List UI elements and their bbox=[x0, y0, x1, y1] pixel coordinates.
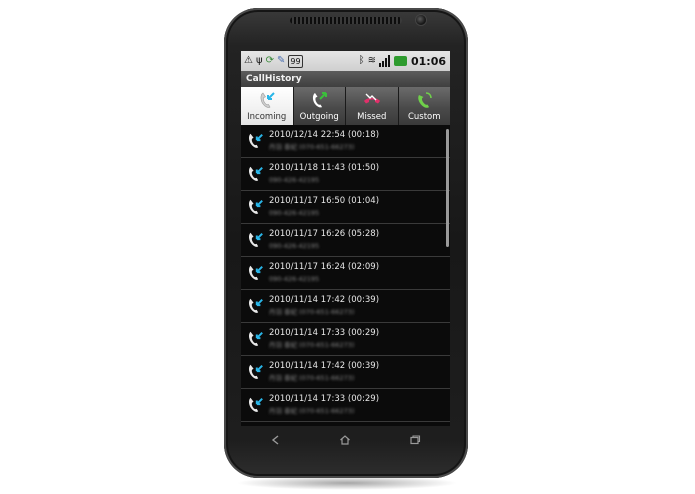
incoming-call-icon bbox=[248, 232, 263, 247]
back-button[interactable] bbox=[266, 431, 286, 449]
call-number: 丹羽 泰紀 (070-651-66273) bbox=[269, 341, 355, 349]
list-scrollbar[interactable] bbox=[446, 129, 449, 247]
page: ⚠ ψ ⟳ ✎ 99 ᛒ ≋ 01:06 CallHistory Incomin bbox=[0, 0, 695, 494]
phone-screen: ⚠ ψ ⟳ ✎ 99 ᛒ ≋ 01:06 CallHistory Incomin bbox=[241, 51, 450, 426]
call-datetime: 2010/11/14 17:33 (00:29) bbox=[269, 394, 380, 404]
call-row[interactable]: 2010/11/17 16:24 (02:09) 090-426-42195 bbox=[241, 257, 450, 290]
tab-missed-label: Missed bbox=[357, 112, 387, 122]
call-datetime: 2010/11/17 16:24 (02:09) bbox=[269, 262, 380, 272]
sync-icon: ⟳ bbox=[265, 55, 274, 66]
outgoing-call-icon bbox=[313, 92, 328, 108]
app-title: CallHistory bbox=[241, 71, 450, 87]
call-list: 2010/12/14 22:54 (00:18) 丹羽 泰紀 (070-651-… bbox=[241, 125, 450, 426]
incoming-call-icon bbox=[248, 397, 263, 412]
tab-custom-label: Custom bbox=[407, 112, 441, 122]
call-datetime: 2010/12/14 22:54 (00:18) bbox=[269, 130, 380, 140]
call-row[interactable]: 2010/11/17 16:26 (05:28) 090-426-42195 bbox=[241, 224, 450, 257]
call-row[interactable]: 2010/11/14 17:33 (00:29) 丹羽 泰紀 (070-651-… bbox=[241, 389, 450, 422]
call-datetime: 2010/11/14 17:33 (00:29) bbox=[269, 328, 380, 338]
call-datetime: 2010/11/18 11:43 (01:50) bbox=[269, 163, 380, 173]
home-button[interactable] bbox=[335, 431, 355, 449]
incoming-call-icon bbox=[248, 298, 263, 313]
call-number: 090-426-42195 bbox=[269, 275, 320, 283]
wifi-icon: ≋ bbox=[367, 55, 376, 66]
call-datetime: 2010/11/17 16:26 (05:28) bbox=[269, 229, 380, 239]
speaker-grille bbox=[290, 17, 402, 24]
status-bar: ⚠ ψ ⟳ ✎ 99 ᛒ ≋ 01:06 bbox=[241, 51, 450, 71]
front-camera bbox=[416, 15, 426, 25]
recent-apps-button[interactable] bbox=[405, 431, 425, 449]
incoming-call-icon bbox=[248, 331, 263, 346]
call-number: 丹羽 泰紀 (070-651-66273) bbox=[269, 143, 355, 151]
call-number: 090-426-42195 bbox=[269, 176, 320, 184]
incoming-call-icon bbox=[248, 133, 263, 148]
navigation-bar bbox=[241, 430, 450, 450]
tab-outgoing-label: Outgoing bbox=[299, 112, 339, 122]
home-icon bbox=[340, 435, 351, 445]
call-row[interactable]: 2010/11/14 17:33 (00:29) 丹羽 泰紀 (070-651-… bbox=[241, 323, 450, 356]
call-row[interactable]: 2010/11/17 16:50 (01:04) 090-426-42195 bbox=[241, 191, 450, 224]
call-number: 丹羽 泰紀 (070-651-66273) bbox=[269, 374, 355, 382]
call-datetime: 2010/11/17 16:50 (01:04) bbox=[269, 196, 380, 206]
call-datetime: 2010/11/14 17:42 (00:39) bbox=[269, 361, 380, 371]
tab-custom[interactable]: Custom bbox=[398, 87, 450, 125]
phone-shadow bbox=[236, 476, 458, 490]
usb-icon: ψ bbox=[255, 55, 263, 66]
incoming-call-icon bbox=[248, 364, 263, 379]
notification-count-badge: 99 bbox=[288, 54, 303, 68]
tab-missed[interactable]: Missed bbox=[346, 87, 399, 125]
tab-incoming[interactable]: Incoming bbox=[241, 87, 294, 125]
incoming-call-icon bbox=[248, 166, 263, 181]
bluetooth-icon: ᛒ bbox=[358, 55, 365, 66]
call-row[interactable]: 2010/11/18 11:43 (01:50) 090-426-42195 bbox=[241, 158, 450, 191]
battery-icon bbox=[393, 56, 407, 66]
call-row[interactable]: 2010/12/14 22:54 (00:18) 丹羽 泰紀 (070-651-… bbox=[241, 125, 450, 158]
warning-icon: ⚠ bbox=[244, 55, 253, 66]
custom-call-icon bbox=[418, 92, 432, 108]
tab-incoming-label: Incoming bbox=[247, 112, 287, 122]
missed-call-icon bbox=[363, 93, 380, 104]
app-notification-icon: ✎ bbox=[276, 55, 286, 66]
call-number: 丹羽 泰紀 (070-651-66273) bbox=[269, 308, 355, 316]
call-type-tabs: Incoming Outgoing Missed Custom bbox=[241, 87, 450, 125]
status-time: 01:06 bbox=[410, 54, 446, 68]
call-row[interactable]: 2010/11/14 17:42 (00:39) 丹羽 泰紀 (070-651-… bbox=[241, 290, 450, 323]
call-number: 丹羽 泰紀 (070-651-66273) bbox=[269, 407, 355, 415]
call-number: 090-426-42195 bbox=[269, 242, 320, 250]
call-datetime: 2010/11/14 17:42 (00:39) bbox=[269, 295, 380, 305]
recent-apps-icon bbox=[410, 435, 421, 445]
incoming-call-icon bbox=[260, 92, 275, 108]
call-row[interactable]: 2010/11/14 17:42 (00:39) 丹羽 泰紀 (070-651-… bbox=[241, 356, 450, 389]
signal-strength-icon bbox=[378, 55, 391, 67]
back-icon bbox=[271, 435, 279, 445]
call-number: 090-426-42195 bbox=[269, 209, 320, 217]
incoming-call-icon bbox=[248, 199, 263, 214]
tab-outgoing[interactable]: Outgoing bbox=[293, 87, 346, 125]
incoming-call-icon bbox=[248, 265, 263, 280]
